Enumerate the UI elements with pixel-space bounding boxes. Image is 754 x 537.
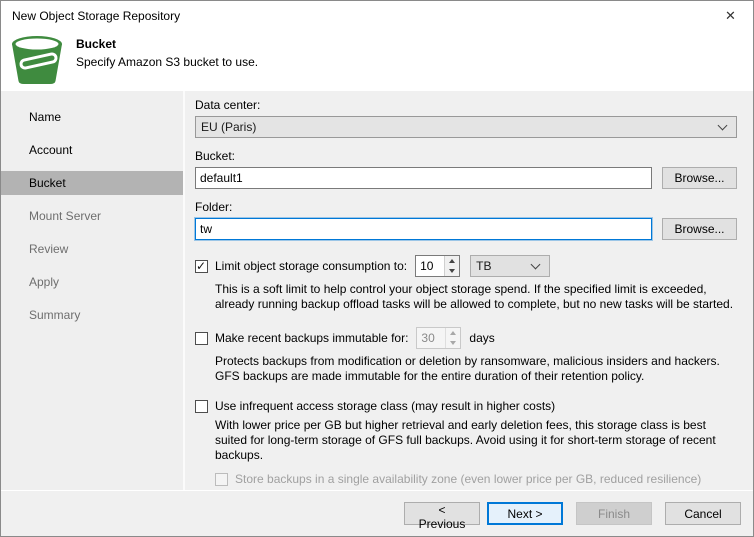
data-center-value: EU (Paris) bbox=[201, 120, 257, 134]
step-title: Bucket bbox=[76, 37, 117, 51]
infrequent-access-label: Use infrequent access storage class (may… bbox=[215, 399, 556, 413]
bucket-browse-button[interactable]: Browse... bbox=[662, 167, 737, 189]
wizard-window: New Object Storage Repository ✕ Bucket S… bbox=[0, 0, 754, 537]
folder-browse-button[interactable]: Browse... bbox=[662, 218, 737, 240]
spinner-up-icon bbox=[446, 328, 461, 338]
limit-consumption-row: Limit object storage consumption to: TB bbox=[195, 255, 737, 277]
step-content: Data center: EU (Paris) Bucket: Browse..… bbox=[185, 91, 753, 492]
cancel-button[interactable]: Cancel bbox=[665, 502, 741, 525]
sidebar-item-apply[interactable]: Apply bbox=[1, 270, 183, 294]
immutable-checkbox[interactable] bbox=[195, 331, 208, 345]
limit-amount-input[interactable] bbox=[416, 256, 445, 276]
immutable-label: Make recent backups immutable for: bbox=[215, 331, 409, 345]
limit-consumption-label: Limit object storage consumption to: bbox=[215, 259, 408, 273]
sidebar-item-account[interactable]: Account bbox=[1, 138, 183, 162]
sidebar-item-label: Name bbox=[29, 110, 62, 124]
immutable-days-spinner bbox=[416, 327, 462, 349]
sidebar-item-label: Summary bbox=[29, 308, 81, 322]
infrequent-access-checkbox[interactable] bbox=[195, 399, 208, 413]
folder-label: Folder: bbox=[195, 200, 233, 214]
infrequent-access-row: Use infrequent access storage class (may… bbox=[195, 399, 737, 413]
spinner-down-icon bbox=[446, 338, 461, 348]
sidebar-item-label: Apply bbox=[29, 275, 60, 289]
single-zone-checkbox bbox=[215, 472, 228, 486]
sidebar-item-mount-server[interactable]: Mount Server bbox=[1, 204, 183, 228]
bucket-icon bbox=[9, 33, 65, 90]
wizard-body: Name Account Bucket Mount Server Review … bbox=[1, 91, 753, 492]
single-zone-row: Store backups in a single availability z… bbox=[215, 472, 737, 486]
data-center-select[interactable]: EU (Paris) bbox=[195, 116, 737, 138]
chevron-down-icon bbox=[717, 120, 728, 131]
spinner-down-icon[interactable] bbox=[445, 266, 460, 276]
sidebar-item-label: Bucket bbox=[29, 176, 66, 190]
sidebar-item-label: Review bbox=[29, 242, 69, 256]
immutable-unit-label: days bbox=[469, 331, 495, 345]
bucket-input[interactable] bbox=[195, 167, 652, 189]
infrequent-access-hint: With lower price per GB but higher retri… bbox=[215, 418, 716, 462]
sidebar-item-name[interactable]: Name bbox=[1, 105, 183, 129]
sidebar-item-label: Account bbox=[29, 143, 73, 157]
chevron-down-icon bbox=[530, 259, 541, 270]
immutable-hint: Protects backups from modification or de… bbox=[215, 354, 720, 383]
sidebar-item-summary[interactable]: Summary bbox=[1, 303, 183, 327]
window-title: New Object Storage Repository bbox=[12, 9, 181, 23]
wizard-header: Bucket Specify Amazon S3 bucket to use. bbox=[1, 31, 753, 91]
sidebar-item-review[interactable]: Review bbox=[1, 237, 183, 261]
limit-unit-select[interactable]: TB bbox=[470, 255, 551, 277]
sidebar-item-label: Mount Server bbox=[29, 209, 102, 223]
wizard-steps-sidebar: Name Account Bucket Mount Server Review … bbox=[1, 91, 185, 492]
close-icon[interactable]: ✕ bbox=[708, 1, 753, 30]
spinner-up-icon[interactable] bbox=[445, 256, 460, 266]
immutable-row: Make recent backups immutable for: days bbox=[195, 327, 737, 349]
previous-button[interactable]: < Previous bbox=[404, 502, 480, 531]
next-button[interactable]: Next > bbox=[487, 502, 563, 525]
limit-consumption-checkbox[interactable] bbox=[195, 259, 208, 273]
limit-amount-spinner bbox=[415, 255, 461, 277]
titlebar: New Object Storage Repository ✕ bbox=[1, 1, 753, 31]
wizard-footer: < Previous Next > Finish Cancel bbox=[1, 490, 753, 536]
sidebar-item-bucket[interactable]: Bucket bbox=[1, 171, 183, 195]
folder-input[interactable] bbox=[195, 218, 652, 240]
step-subtitle: Specify Amazon S3 bucket to use. bbox=[76, 55, 259, 69]
data-center-label: Data center: bbox=[195, 98, 261, 112]
immutable-days-input bbox=[417, 328, 446, 348]
limit-consumption-hint: This is a soft limit to help control you… bbox=[215, 282, 734, 311]
finish-button: Finish bbox=[576, 502, 652, 525]
single-zone-label: Store backups in a single availability z… bbox=[235, 472, 702, 486]
limit-unit-value: TB bbox=[476, 259, 492, 273]
bucket-label: Bucket: bbox=[195, 149, 236, 163]
